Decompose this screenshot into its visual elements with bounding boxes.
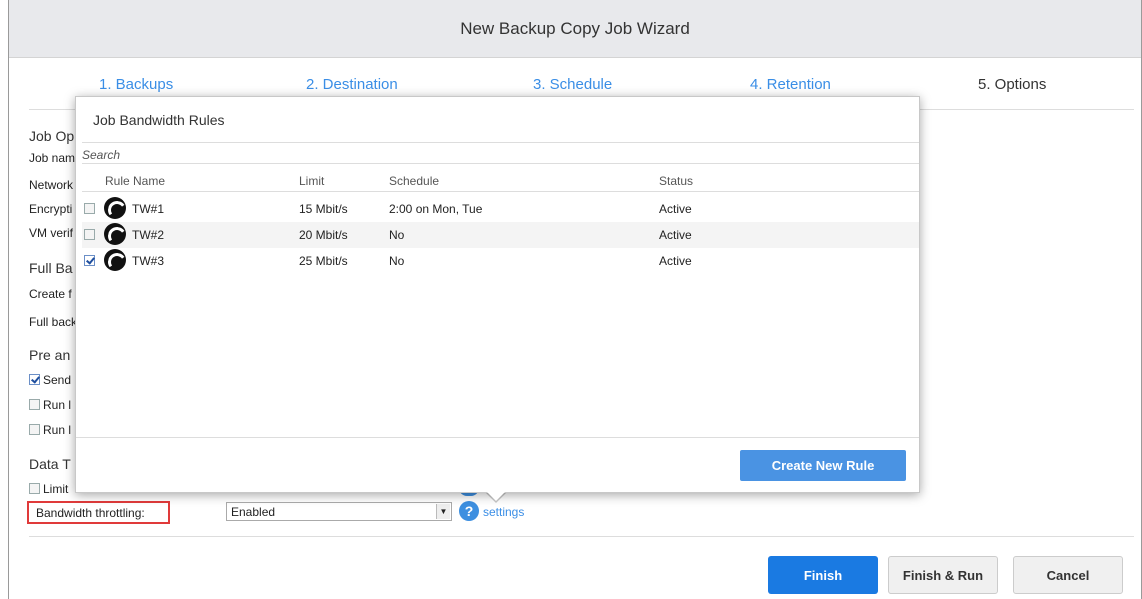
chevron-down-icon[interactable]: ▼: [436, 504, 450, 519]
rule-name: TW#1: [132, 202, 165, 216]
step-backups[interactable]: 1. Backups: [99, 76, 173, 93]
run-before-checkbox[interactable]: [29, 399, 40, 410]
finish-run-button[interactable]: Finish & Run: [888, 556, 998, 594]
step-options[interactable]: 5. Options: [978, 76, 1046, 93]
full-backup-heading: Full Ba: [29, 260, 73, 276]
network-label: Network: [29, 178, 74, 192]
rule-limit: 15 Mbit/s: [299, 202, 348, 216]
wizard-title: New Backup Copy Job Wizard: [460, 18, 690, 38]
table-row[interactable]: TW#1 15 Mbit/s 2:00 on Mon, Tue Active: [82, 196, 919, 222]
speedometer-icon: [104, 249, 126, 271]
step-destination[interactable]: 2. Destination: [306, 76, 398, 93]
cancel-button[interactable]: Cancel: [1013, 556, 1123, 594]
bandwidth-rules-popup: Job Bandwidth Rules Search Rule Name Lim…: [75, 96, 920, 493]
rule-status: Active: [659, 202, 692, 216]
column-schedule[interactable]: Schedule: [389, 174, 439, 188]
encryption-label: Encrypti: [29, 202, 73, 216]
create-new-rule-button[interactable]: Create New Rule: [740, 450, 906, 481]
row-checkbox[interactable]: [84, 203, 95, 214]
run-before-label: Run l: [43, 398, 72, 412]
popup-footer-divider: [76, 437, 919, 438]
step-schedule[interactable]: 3. Schedule: [533, 76, 612, 93]
speedometer-icon: [104, 223, 126, 245]
column-limit[interactable]: Limit: [299, 174, 324, 188]
rule-status: Active: [659, 228, 692, 242]
run-after-label: Run l: [43, 423, 72, 437]
popup-title: Job Bandwidth Rules: [93, 112, 225, 128]
job-options-heading: Job Op: [29, 128, 75, 144]
bandwidth-throttling-select[interactable]: Enabled ▼: [226, 502, 452, 521]
send-checkbox[interactable]: [29, 374, 40, 385]
rule-schedule: No: [389, 254, 405, 268]
bandwidth-throttling-label: Bandwidth throttling:: [36, 506, 145, 520]
rule-status: Active: [659, 254, 692, 268]
run-after-option[interactable]: Run l: [29, 423, 71, 437]
table-row[interactable]: TW#2 20 Mbit/s No Active: [82, 222, 919, 248]
help-icon[interactable]: ?: [459, 501, 479, 521]
column-rule-name[interactable]: Rule Name: [105, 174, 165, 188]
rule-limit: 25 Mbit/s: [299, 254, 348, 268]
speedometer-icon: [104, 197, 126, 219]
data-transfer-heading: Data T: [29, 456, 71, 472]
popup-pointer: [487, 492, 505, 501]
rule-name: TW#2: [132, 228, 165, 242]
run-after-checkbox[interactable]: [29, 424, 40, 435]
pre-post-heading: Pre an: [29, 347, 71, 363]
create-full-label: Create f: [29, 287, 72, 301]
limit-checkbox[interactable]: [29, 483, 40, 494]
finish-button[interactable]: Finish: [768, 556, 878, 594]
vm-verification-label: VM verif: [29, 226, 74, 240]
column-status[interactable]: Status: [659, 174, 693, 188]
search-placeholder: Search: [82, 148, 121, 162]
table-row[interactable]: TW#3 25 Mbit/s No Active: [82, 248, 919, 274]
job-name-label: Job nam: [29, 151, 76, 165]
row-checkbox[interactable]: [84, 229, 95, 240]
footer-divider: [29, 536, 1134, 537]
wizard-title-bar: New Backup Copy Job Wizard: [9, 0, 1141, 58]
header-divider: [82, 191, 919, 192]
rule-limit: 20 Mbit/s: [299, 228, 348, 242]
step-retention[interactable]: 4. Retention: [750, 76, 831, 93]
row-checkbox[interactable]: [84, 255, 95, 266]
run-before-option[interactable]: Run l: [29, 398, 71, 412]
full-backup-label: Full back: [29, 315, 78, 329]
settings-link[interactable]: settings: [483, 505, 524, 519]
send-option[interactable]: Send: [29, 373, 71, 387]
rule-schedule: 2:00 on Mon, Tue: [389, 202, 483, 216]
bandwidth-throttling-value: Enabled: [231, 505, 276, 519]
rule-name: TW#3: [132, 254, 165, 268]
search-input[interactable]: Search: [82, 142, 919, 164]
limit-option[interactable]: Limit: [29, 482, 68, 496]
limit-label: Limit: [43, 482, 69, 496]
send-label: Send: [43, 373, 72, 387]
rule-schedule: No: [389, 228, 405, 242]
